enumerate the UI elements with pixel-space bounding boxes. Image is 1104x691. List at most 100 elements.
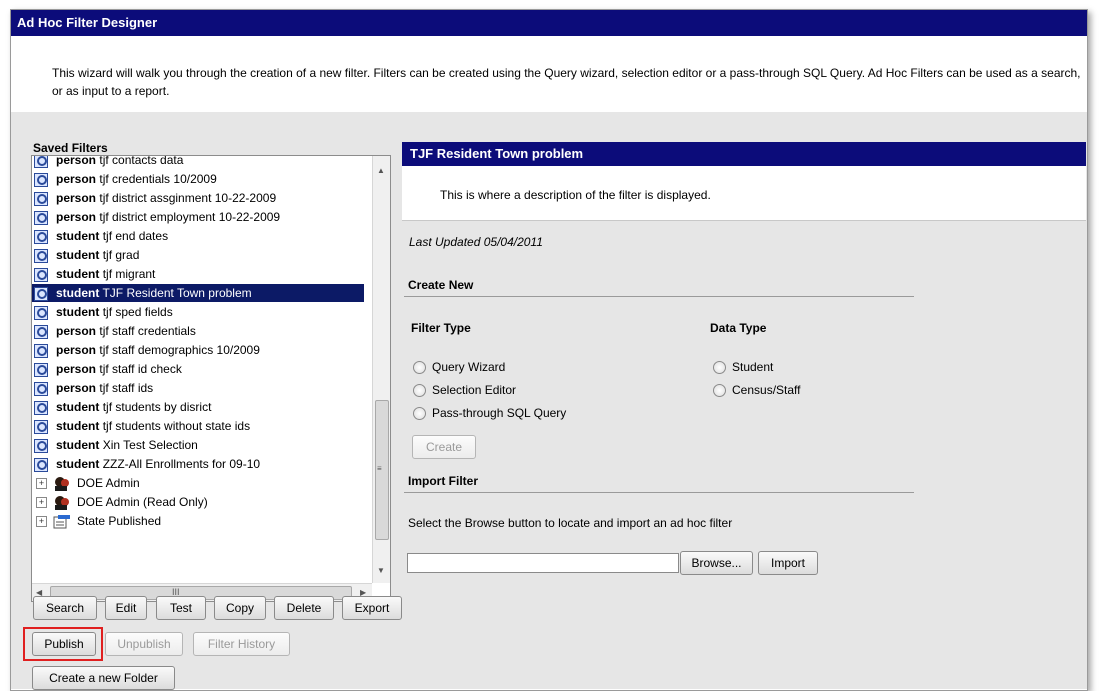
filter-history-button[interactable]: Filter History: [193, 632, 290, 656]
saved-filter-item[interactable]: student tjf students without state ids: [34, 417, 250, 435]
radio-icon[interactable]: [413, 407, 426, 421]
filter-type-label: Filter Type: [411, 321, 471, 335]
create-folder-button[interactable]: Create a new Folder: [32, 666, 175, 690]
filter-name-text: tjf staff id check: [99, 362, 182, 376]
folder-item[interactable]: + DOE Admin (Read Only): [36, 493, 208, 511]
unpublish-button[interactable]: Unpublish: [105, 632, 183, 656]
published-folder-icon: [53, 514, 70, 529]
radio-icon[interactable]: [713, 361, 726, 375]
filter-name-text: tjf grad: [102, 248, 140, 262]
filter-detail-title: TJF Resident Town problem: [402, 142, 1086, 166]
filter-name-text: tjf students without state ids: [102, 419, 251, 433]
scroll-grip-icon: ≡: [377, 464, 382, 473]
radio-icon[interactable]: [713, 384, 726, 398]
query-filter-icon: [34, 210, 48, 225]
filter-type-text: person: [56, 210, 97, 224]
folder-item[interactable]: + DOE Admin: [36, 474, 140, 492]
test-button[interactable]: Test: [156, 596, 206, 620]
query-filter-icon: [34, 343, 48, 358]
create-new-title: Create New: [408, 278, 474, 292]
query-filter-icon: [34, 305, 48, 320]
intro-text: This wizard will walk you through the cr…: [52, 66, 1081, 98]
filter-name-text: tjf district assginment 10-22-2009: [99, 191, 277, 205]
saved-filter-item[interactable]: student TJF Resident Town problem: [32, 284, 364, 302]
publish-button[interactable]: Publish: [32, 632, 96, 656]
saved-filter-item[interactable]: student Xin Test Selection: [34, 436, 198, 454]
import-button[interactable]: Import: [758, 551, 818, 575]
query-filter-icon: [34, 324, 48, 339]
radio-census-staff[interactable]: Census/Staff: [713, 383, 800, 398]
saved-filter-item[interactable]: person tjf district assginment 10-22-200…: [34, 189, 276, 207]
query-filter-icon: [34, 457, 48, 472]
expand-icon[interactable]: +: [36, 497, 47, 509]
radio-icon[interactable]: [413, 384, 426, 398]
search-button[interactable]: Search: [33, 596, 97, 620]
filter-description: This is where a description of the filte…: [440, 188, 711, 202]
folder-item[interactable]: + State Published: [36, 512, 161, 530]
import-filter-title: Import Filter: [408, 474, 479, 488]
query-filter-icon: [34, 381, 48, 396]
query-filter-icon: [34, 400, 48, 415]
export-button[interactable]: Export: [342, 596, 402, 620]
users-icon: [55, 495, 69, 510]
filter-type-text: person: [56, 324, 97, 338]
saved-filter-item[interactable]: student tjf students by disrict: [34, 398, 211, 416]
filter-name-text: tjf staff credentials: [99, 324, 196, 338]
query-filter-icon: [34, 438, 48, 453]
saved-filter-item[interactable]: student tjf grad: [34, 246, 139, 264]
filter-name-text: tjf staff ids: [99, 381, 154, 395]
query-filter-icon: [34, 286, 48, 301]
window-title: Ad Hoc Filter Designer: [11, 10, 1087, 36]
saved-filters-label: Saved Filters: [33, 141, 108, 155]
radio-selection-editor[interactable]: Selection Editor: [413, 383, 516, 398]
scroll-down-icon[interactable]: ▼: [377, 566, 385, 575]
create-new-divider: [404, 296, 914, 297]
radio-query-wizard[interactable]: Query Wizard: [413, 360, 505, 375]
filter-type-text: student: [56, 438, 100, 452]
filter-type-text: student: [56, 305, 100, 319]
saved-filter-item[interactable]: person tjf staff credentials: [34, 322, 196, 340]
filter-name-text: TJF Resident Town problem: [102, 286, 252, 300]
browse-button[interactable]: Browse...: [680, 551, 753, 575]
import-divider: [404, 492, 914, 493]
saved-filter-item[interactable]: person tjf credentials 10/2009: [34, 170, 217, 188]
filter-type-text: person: [56, 343, 97, 357]
vertical-scrollbar[interactable]: ▲ ≡ ▼: [372, 156, 390, 583]
query-filter-icon: [34, 191, 48, 206]
radio-pass-through-sql[interactable]: Pass-through SQL Query: [413, 406, 566, 421]
filter-type-text: person: [56, 362, 97, 376]
import-instructions: Select the Browse button to locate and i…: [408, 516, 733, 530]
query-filter-icon: [34, 362, 48, 377]
data-type-label: Data Type: [710, 321, 767, 335]
saved-filter-item[interactable]: person tjf staff ids: [34, 379, 153, 397]
folder-name: DOE Admin: [77, 476, 140, 490]
expand-icon[interactable]: +: [36, 478, 47, 490]
filter-name-text: tjf contacts data: [99, 155, 184, 167]
copy-button[interactable]: Copy: [214, 596, 266, 620]
filter-name-text: ZZZ-All Enrollments for 09-10: [102, 457, 261, 471]
saved-filter-item[interactable]: student tjf sped fields: [34, 303, 173, 321]
filter-type-text: student: [56, 248, 100, 262]
saved-filter-item[interactable]: student tjf end dates: [34, 227, 168, 245]
edit-button[interactable]: Edit: [105, 596, 147, 620]
query-filter-icon: [34, 267, 48, 282]
saved-filter-item[interactable]: person tjf staff demographics 10/2009: [34, 341, 260, 359]
filter-type-text: student: [56, 286, 100, 300]
saved-filter-item[interactable]: person tjf contacts data: [34, 155, 184, 169]
filter-name-text: tjf district employment 10-22-2009: [99, 210, 281, 224]
filter-name-text: tjf students by disrict: [102, 400, 212, 414]
saved-filter-item[interactable]: student ZZZ-All Enrollments for 09-10: [34, 455, 260, 473]
saved-filter-item[interactable]: student tjf migrant: [34, 265, 155, 283]
radio-student[interactable]: Student: [713, 360, 773, 375]
expand-icon[interactable]: +: [36, 516, 47, 528]
delete-button[interactable]: Delete: [274, 596, 334, 620]
saved-filter-item[interactable]: person tjf staff id check: [34, 360, 182, 378]
scroll-up-icon[interactable]: ▲: [377, 166, 385, 175]
filter-type-text: person: [56, 172, 97, 186]
saved-filters-tree[interactable]: person tjf contacts data person tjf crede…: [31, 155, 391, 602]
radio-icon[interactable]: [413, 361, 426, 375]
create-button[interactable]: Create: [412, 435, 476, 459]
filter-type-text: person: [56, 191, 97, 205]
saved-filter-item[interactable]: person tjf district employment 10-22-200…: [34, 208, 280, 226]
import-file-field[interactable]: [407, 553, 679, 573]
